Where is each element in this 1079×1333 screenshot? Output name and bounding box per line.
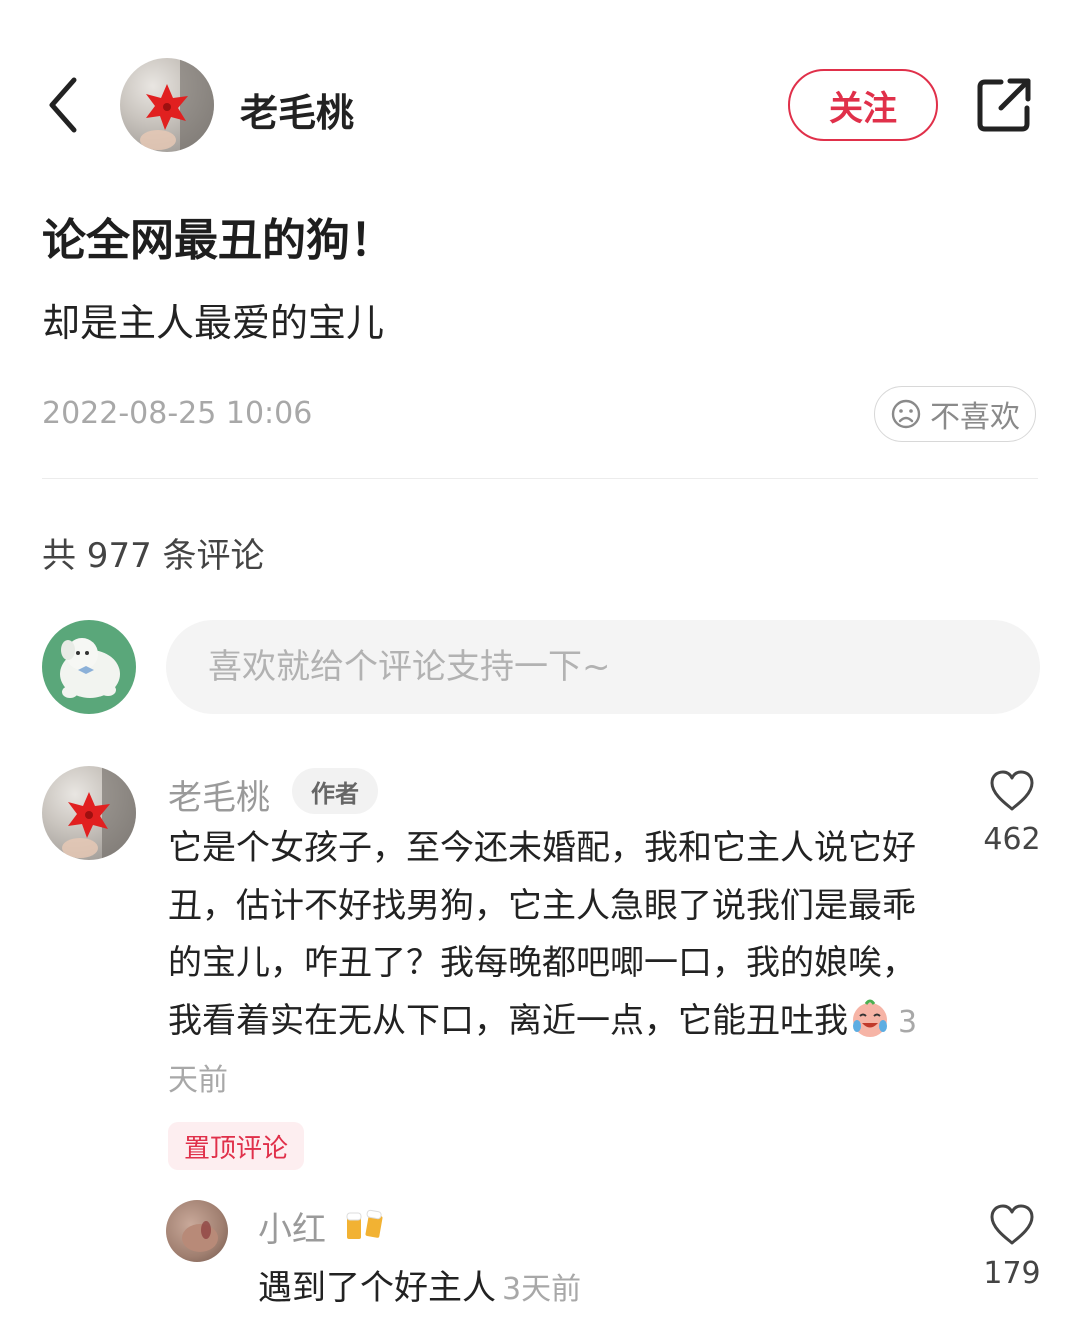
divider bbox=[42, 478, 1038, 479]
heart-icon bbox=[990, 770, 1034, 811]
pinned-comment-badge: 置顶评论 bbox=[168, 1122, 304, 1170]
like-count: 179 bbox=[983, 1256, 1041, 1291]
reply-avatar[interactable] bbox=[166, 1200, 228, 1262]
sad-face-icon bbox=[891, 399, 921, 429]
follow-button[interactable]: 关注 bbox=[788, 69, 938, 141]
reply-text[interactable]: 遇到了个好主人 3天前 bbox=[258, 1260, 581, 1309]
current-user-avatar bbox=[42, 620, 136, 714]
author-avatar[interactable] bbox=[120, 58, 214, 152]
comment-like-button[interactable]: 462 bbox=[972, 770, 1052, 857]
comment-input[interactable] bbox=[166, 620, 1040, 714]
reply-name-text: 小红 bbox=[258, 1210, 326, 1250]
commenter-name[interactable]: 老毛桃 bbox=[168, 770, 270, 819]
comment-text[interactable]: 它是个女孩子，至今还未婚配，我和它主人说它好丑，估计不好找男狗，它主人急眼了说我… bbox=[168, 820, 928, 1110]
post-body: 却是主人最爱的宝儿 bbox=[42, 301, 385, 345]
white-puppy-avatar-icon bbox=[60, 638, 120, 698]
comment-count: 共 977 条评论 bbox=[42, 536, 265, 576]
red-flower-avatar-icon bbox=[62, 766, 136, 860]
reply-name[interactable]: 小红 bbox=[258, 1202, 387, 1251]
author-badge: 作者 bbox=[292, 768, 378, 814]
author-name[interactable]: 老毛桃 bbox=[240, 82, 354, 137]
dislike-label: 不喜欢 bbox=[930, 400, 1020, 435]
red-flower-avatar-icon bbox=[140, 58, 214, 152]
reply-time: 3天前 bbox=[502, 1272, 582, 1307]
dislike-button[interactable]: 不喜欢 bbox=[874, 386, 1036, 442]
back-button[interactable] bbox=[40, 72, 90, 138]
commenter-avatar[interactable] bbox=[42, 766, 136, 860]
post-title: 论全网最丑的狗！ bbox=[42, 215, 394, 266]
crying-laughing-emoji-icon bbox=[853, 999, 887, 1037]
like-count: 462 bbox=[983, 822, 1041, 857]
post-time: 2022-08-25 10:06 bbox=[42, 396, 313, 431]
reply-body: 遇到了个好主人 bbox=[258, 1268, 496, 1308]
beer-cheers-icon bbox=[346, 1209, 383, 1239]
post-header: 老毛桃 关注 bbox=[0, 0, 1079, 210]
comment-body: 它是个女孩子，至今还未婚配，我和它主人说它好丑，估计不好找男狗，它主人急眼了说我… bbox=[168, 828, 916, 1041]
share-icon bbox=[977, 78, 1031, 132]
chevron-left-icon bbox=[49, 77, 77, 133]
share-button[interactable] bbox=[975, 76, 1033, 134]
hand-avatar-icon bbox=[182, 1221, 218, 1252]
reply-like-button[interactable]: 179 bbox=[972, 1204, 1052, 1291]
heart-icon bbox=[990, 1204, 1034, 1245]
